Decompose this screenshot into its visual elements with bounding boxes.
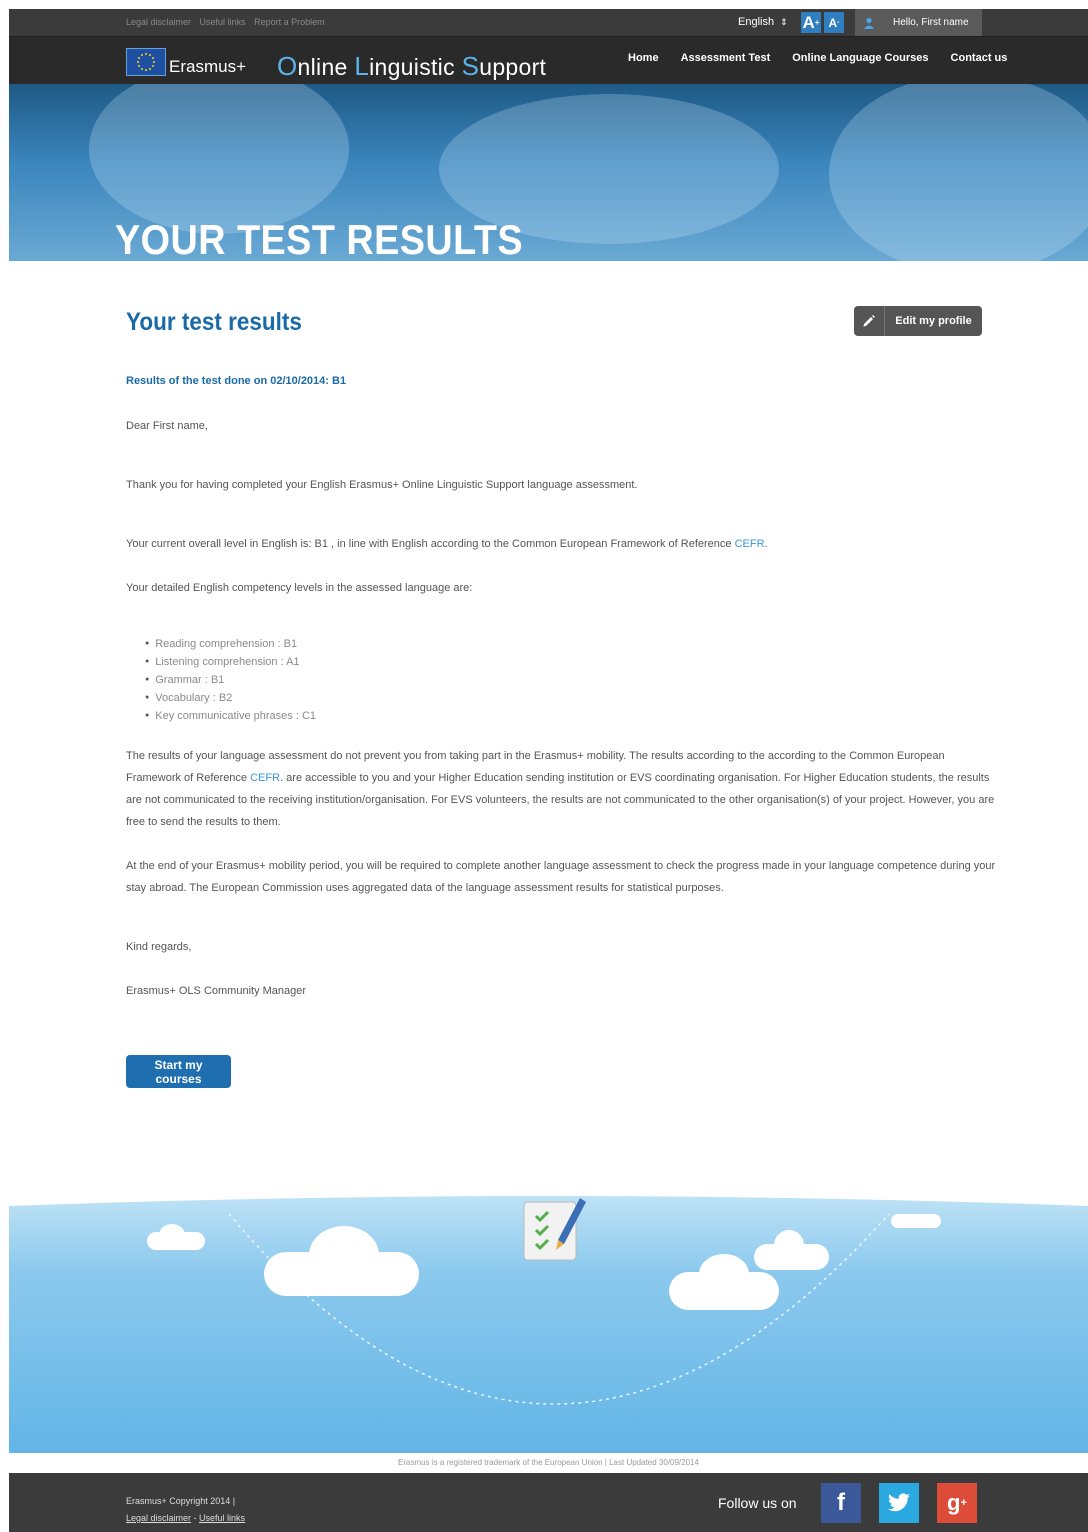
title-initial-o: O [277,51,298,81]
main-header: Erasmus+ Online Linguistic Support Home … [9,36,1088,85]
title-part-inguistic: inguistic [369,54,462,80]
end-of-mobility-text: At the end of your Erasmus+ mobility per… [126,860,996,894]
overall-level-suffix: . [764,538,768,550]
footer-useful-link[interactable]: Useful links [199,1513,245,1523]
language-select[interactable]: English ⇕ [738,9,788,36]
title-initial-l: L [354,51,370,81]
nav-online-courses[interactable]: Online Language Courses [792,52,928,64]
font-smaller-button[interactable]: A- [824,12,844,33]
list-item: Grammar : B1 [145,672,316,690]
twitter-icon[interactable] [879,1483,919,1523]
nav-home[interactable]: Home [628,52,659,64]
hero-photo-shape [829,84,1088,261]
google-plus-icon[interactable]: g + [937,1483,977,1523]
list-item: Key communicative phrases : C1 [145,708,316,726]
legal-disclaimer-link[interactable]: Legal disclaimer [126,17,191,27]
cloud-icon [699,1254,749,1294]
pencil-icon [854,306,885,336]
user-greeting: Hello, First name [893,17,969,28]
title-initial-s: S [461,51,480,81]
list-item: Reading comprehension : B1 [145,636,316,654]
start-courses-button[interactable]: Start my courses [126,1055,231,1088]
main-nav: Home Assessment Test Online Language Cou… [628,52,1007,64]
greeting-text: Dear First name, [126,420,208,432]
edit-profile-label: Edit my profile [895,315,972,327]
user-icon [855,9,883,36]
signature-text: Erasmus+ OLS Community Manager [126,985,307,997]
hero-banner: YOUR TEST RESULTS [9,84,1088,261]
font-size-controls: A + A- [801,12,844,33]
regards-text: Kind regards, [126,941,192,953]
language-value: English [738,16,775,28]
erasmus-brand: Erasmus+ [169,57,246,76]
title-part-nline: nline [297,54,355,80]
results-subheading: Results of the test done on 02/10/2014: … [126,375,347,387]
footer-link-separator: - [191,1513,200,1523]
title-part-upport: upport [479,54,547,80]
footer-links: Legal disclaimer - Useful links [126,1510,245,1527]
skills-list: Reading comprehension : B1 Listening com… [145,636,316,726]
updown-icon: ⇕ [780,17,788,27]
page: Legal disclaimer Useful links Report a P… [9,9,1088,1532]
overall-level-prefix: Your current overall level in English is… [126,538,735,550]
utility-bar: Legal disclaimer Useful links Report a P… [9,9,1088,36]
thanks-text: Thank you for having completed your Engl… [126,479,638,491]
report-problem-link[interactable]: Report a Problem [254,17,325,27]
cloud-icon [774,1230,804,1260]
footer: Erasmus+ Copyright 2014 | Legal disclaim… [9,1473,1088,1532]
detailed-levels-text: Your detailed English competency levels … [126,582,473,594]
cloud-icon [309,1226,379,1284]
nav-assessment-test[interactable]: Assessment Test [681,52,771,64]
trademark-note: Erasmus is a registered trademark of the… [398,1458,699,1467]
overall-level-text: Your current overall level in English is… [126,533,996,555]
edit-profile-button[interactable]: Edit my profile [854,306,982,336]
eu-flag-logo[interactable] [126,48,166,76]
utility-links: Legal disclaimer Useful links Report a P… [126,9,331,36]
copyright-text: Erasmus+ Copyright 2014 | [126,1496,236,1506]
footer-legal-link[interactable]: Legal disclaimer [126,1513,191,1523]
results-explanation-text: The results of your language assessment … [126,745,996,833]
facebook-icon[interactable]: f [821,1483,861,1523]
site-title[interactable]: Online Linguistic Support [277,51,546,82]
footer-copyright: Erasmus+ Copyright 2014 | Legal disclaim… [126,1493,245,1527]
font-larger-button[interactable]: A + [801,12,821,33]
hero-photo-shape [89,84,349,234]
list-item: Listening comprehension : A1 [145,654,316,672]
useful-links-link[interactable]: Useful links [200,17,246,27]
checklist-icon [520,1194,590,1271]
cloud-icon [159,1224,185,1246]
follow-us-label: Follow us on [718,1495,797,1511]
cefr-link[interactable]: CEFR [735,538,765,550]
nav-contact-us[interactable]: Contact us [951,52,1008,64]
page-title: Your test results [126,308,302,336]
user-menu[interactable]: Hello, First name [855,9,982,36]
cefr-link[interactable]: CEFR [250,772,280,784]
cloud-icon [891,1214,941,1228]
list-item: Vocabulary : B2 [145,690,316,708]
sky-illustration [9,1194,1088,1453]
hero-title: YOUR TEST RESULTS [115,216,524,261]
